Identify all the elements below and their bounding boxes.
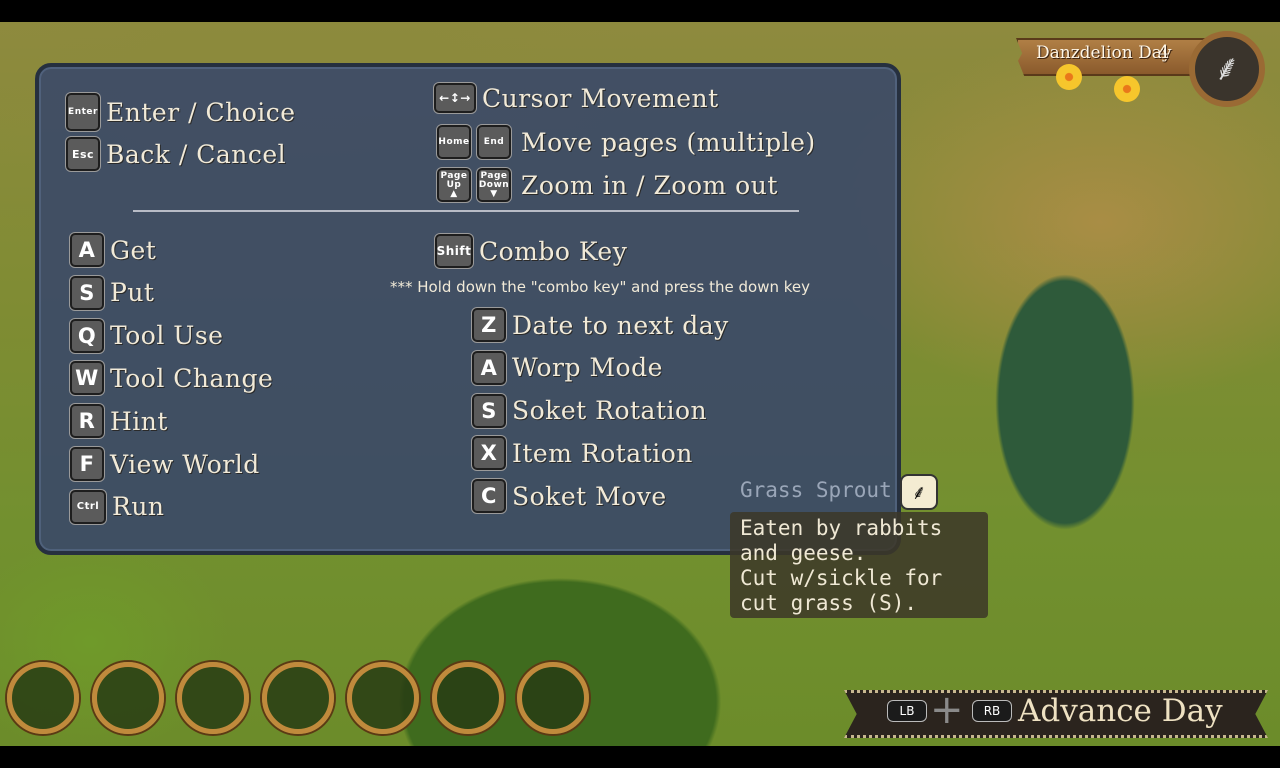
control-label: View World — [110, 449, 260, 479]
control-view-world: F View World — [70, 447, 260, 481]
shift-key-icon: Shift — [435, 234, 473, 268]
rb-button-icon: RB — [972, 700, 1012, 722]
control-label: Move pages (multiple) — [521, 127, 816, 157]
ctrl-key-icon: Ctrl — [70, 489, 106, 524]
equipped-tool-sickle-icon[interactable]: ⸙ — [1189, 31, 1265, 107]
page-up-key-icon: Page Up ▲ — [437, 168, 471, 202]
hotbar-slot[interactable] — [347, 662, 419, 734]
control-esc: Esc Back / Cancel — [66, 137, 286, 171]
control-label: Enter / Choice — [106, 97, 296, 127]
hotbar-slot[interactable] — [92, 662, 164, 734]
control-label: Tool Change — [110, 363, 274, 393]
tooltip-title: Grass Sprout — [740, 478, 892, 502]
control-label: Back / Cancel — [106, 139, 287, 169]
control-label: Tool Use — [110, 321, 224, 351]
control-label: Cursor Movement — [482, 83, 719, 113]
control-tool-use: Q Tool Use — [70, 318, 224, 353]
arrow-keys-icon: ←↕→ — [434, 83, 476, 113]
lb-button-icon: LB — [887, 700, 927, 722]
control-combo: Shift Combo Key — [435, 234, 627, 268]
control-date-to-next-day: Z Date to next day — [472, 308, 729, 342]
combo-note: *** Hold down the "combo key" and press … — [390, 278, 810, 296]
page-down-key-icon: Page Down ▼ — [477, 168, 511, 202]
hotbar-slot[interactable] — [432, 662, 504, 734]
control-pages: Home End Move pages (multiple) — [437, 125, 816, 159]
plus-icon: + — [930, 687, 964, 733]
control-label: Put — [110, 278, 155, 308]
r-key-icon: R — [70, 404, 104, 439]
dandelion-icon — [1114, 76, 1140, 102]
control-label: Zoom in / Zoom out — [521, 170, 778, 200]
enter-key-icon: Enter — [66, 93, 100, 131]
f-key-icon: F — [70, 447, 104, 481]
control-label: Get — [110, 235, 157, 265]
control-enter: Enter Enter / Choice — [66, 93, 296, 131]
day-number: 4 — [1158, 42, 1170, 63]
a-key-icon: A — [472, 350, 506, 385]
divider — [133, 210, 799, 212]
control-zoom: Page Up ▲ Page Down ▼ Zoom in / Zoom out — [437, 168, 778, 202]
control-label: Combo Key — [479, 236, 628, 266]
s-key-icon: S — [70, 275, 104, 310]
hotbar-slot[interactable] — [517, 662, 589, 734]
dandelion-icon — [1056, 64, 1082, 90]
letterbox-bottom — [0, 746, 1280, 768]
hotbar-slot[interactable] — [7, 662, 79, 734]
control-soket-move: C Soket Move — [472, 479, 667, 514]
esc-key-icon: Esc — [66, 137, 100, 171]
hotbar-slot[interactable] — [177, 662, 249, 734]
control-label: Item Rotation — [512, 438, 693, 468]
end-key-icon: End — [477, 125, 511, 159]
home-key-icon: Home — [437, 125, 471, 159]
control-put: S Put — [70, 275, 155, 310]
c-key-icon: C — [472, 479, 506, 514]
control-label: Run — [112, 492, 165, 522]
control-worp-mode: A Worp Mode — [472, 350, 663, 385]
control-cursor: ←↕→ Cursor Movement — [434, 83, 719, 113]
tooltip-description: Eaten by rabbits and geese. Cut w/sickle… — [740, 516, 943, 615]
control-label: Soket Rotation — [512, 396, 708, 426]
sickle-icon: ⸙ — [900, 474, 938, 510]
control-label: Hint — [110, 406, 168, 436]
control-tool-change: W Tool Change — [70, 361, 274, 396]
control-item-rotation: X Item Rotation — [472, 436, 693, 471]
control-run: Ctrl Run — [70, 489, 165, 524]
control-hint: R Hint — [70, 404, 168, 439]
control-soket-rotation: S Soket Rotation — [472, 393, 708, 428]
x-key-icon: X — [472, 436, 506, 471]
hotbar-slot[interactable] — [262, 662, 334, 734]
w-key-icon: W — [70, 361, 104, 396]
control-get: A Get — [70, 233, 156, 267]
s-key-icon: S — [472, 393, 506, 428]
a-key-icon: A — [70, 233, 104, 267]
advance-day-label: Advance Day — [1018, 693, 1223, 729]
date-label: Danzdelion Day — [1036, 43, 1172, 63]
control-label: Soket Move — [512, 481, 667, 511]
control-label: Worp Mode — [512, 353, 663, 383]
control-label: Date to next day — [512, 310, 729, 340]
q-key-icon: Q — [70, 318, 104, 353]
z-key-icon: Z — [472, 308, 506, 342]
letterbox-top — [0, 0, 1280, 22]
